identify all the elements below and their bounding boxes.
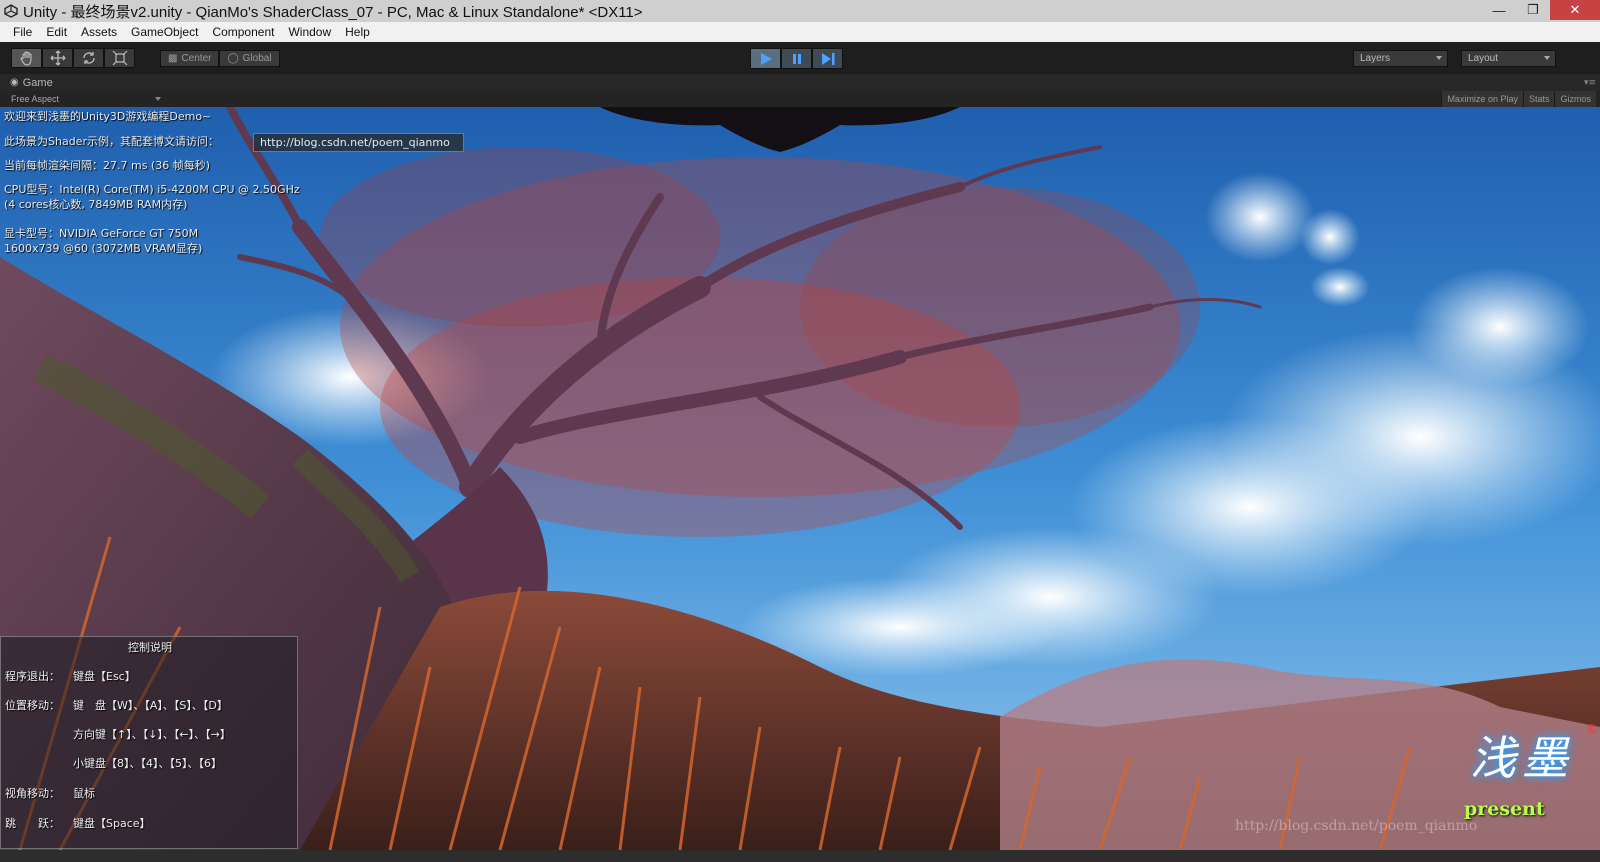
close-icon: ✕ [1569, 2, 1581, 17]
globe-icon: ◯ [227, 53, 239, 64]
hand-icon [19, 51, 31, 66]
move-arrows: 方向键【↑】、【↓】、【←】、【→】 [73, 728, 231, 741]
menu-bar: File Edit Assets GameObject Component Wi… [0, 22, 1600, 42]
layers-dropdown[interactable]: Layers [1353, 50, 1448, 67]
play-button[interactable] [750, 48, 781, 69]
restore-icon: ❐ [1527, 2, 1539, 17]
menu-assets[interactable]: Assets [74, 25, 124, 39]
move-tool-button[interactable] [42, 48, 73, 68]
menu-help[interactable]: Help [338, 25, 377, 39]
move-label: 位置移动： [5, 699, 60, 712]
pivot-controls: ▩ Center ◯ Global [160, 50, 280, 67]
game-view-tab-bar: ◉ Game ▾≡ [0, 74, 1600, 91]
menu-edit[interactable]: Edit [39, 25, 74, 39]
panel-menu-icon[interactable]: ▾≡ [1584, 78, 1596, 88]
menu-file[interactable]: File [6, 25, 39, 39]
game-view-toggles: Maximize on Play Stats Gizmos [1441, 91, 1596, 107]
qianmo-logo: 浅墨 present © [1464, 722, 1598, 832]
aspect-dropdown[interactable]: Free Aspect [11, 94, 161, 104]
play-controls [750, 48, 843, 69]
window-title-bar: Unity - 最终场景v2.unity - QianMo's ShaderCl… [0, 0, 1600, 22]
minimize-icon: — [1492, 2, 1506, 18]
logo-subtitle: present [1464, 798, 1545, 820]
aspect-label: Free Aspect [11, 94, 60, 104]
move-icon [50, 50, 65, 66]
step-icon [821, 52, 834, 65]
exit-value: 键盘【Esc】 [73, 670, 136, 683]
pivot-space-toggle[interactable]: ◯ Global [219, 50, 280, 67]
window-controls: — ❐ ✕ [1482, 0, 1600, 22]
jump-value: 键盘【Space】 [73, 817, 151, 830]
pivot-label: Center [181, 53, 212, 64]
status-bar [0, 850, 1600, 862]
pivot-icon: ▩ [168, 53, 178, 64]
chevron-down-icon [1436, 56, 1442, 60]
hand-tool-button[interactable] [11, 48, 42, 68]
game-controller-icon: ◉ [10, 77, 19, 88]
minimize-button[interactable]: — [1482, 0, 1516, 20]
stats-toggle[interactable]: Stats [1522, 91, 1555, 107]
menu-window[interactable]: Window [281, 25, 338, 39]
window-title: Unity - 最终场景v2.unity - QianMo's ShaderCl… [23, 3, 643, 21]
transform-tools [11, 48, 135, 68]
view-label: 视角移动： [5, 787, 60, 800]
game-tab[interactable]: ◉ Game [0, 74, 70, 91]
rotate-icon [82, 52, 95, 64]
move-numpad: 小键盘【8】、【4】、【5】、【6】 [73, 757, 222, 770]
scale-tool-button[interactable] [104, 48, 135, 68]
layers-label: Layers [1360, 53, 1391, 64]
gpu-detail-text: 1600x739 @60 (3072MB VRAM显存) [4, 242, 203, 255]
scale-icon [112, 50, 127, 66]
cpu-text: CPU型号：Intel(R) Core(TM) i5-4200M CPU @ 2… [4, 183, 300, 196]
pause-icon [792, 53, 801, 64]
space-label: Global [242, 53, 272, 64]
menu-component[interactable]: Component [205, 25, 281, 39]
rotate-tool-button[interactable] [73, 48, 104, 68]
blog-url-field[interactable]: http://blog.csdn.net/poem_qianmo [253, 133, 464, 152]
pause-button[interactable] [781, 48, 812, 69]
unity-logo-icon [2, 2, 20, 20]
jump-label: 跳 跃： [5, 817, 60, 830]
gpu-text: 显卡型号：NVIDIA GeForce GT 750M [4, 227, 199, 240]
close-button[interactable]: ✕ [1550, 0, 1600, 20]
game-tab-label: Game [22, 76, 53, 89]
game-viewport[interactable]: 欢迎来到浅墨的Unity3D游戏编程Demo~ 此场景为Shader示例，其配套… [0, 107, 1600, 850]
move-keys: 键 盘【W】、【A】、【S】、【D】 [73, 699, 228, 712]
toolbar: ▩ Center ◯ Global Layers Layout [0, 42, 1600, 74]
restore-button[interactable]: ❐ [1516, 0, 1550, 20]
controls-title: 控制说明 [128, 641, 172, 654]
pivot-mode-toggle[interactable]: ▩ Center [160, 50, 220, 67]
cpu-detail-text: (4 cores核心数, 7849MB RAM内存) [4, 198, 188, 211]
controls-panel: 控制说明 程序退出： 键盘【Esc】 位置移动： 键 盘【W】、【A】、【S】、… [0, 636, 298, 849]
play-icon [760, 52, 772, 65]
view-value: 鼠标 [73, 787, 95, 800]
frame-time-text: 当前每帧渲染间隔：27.7 ms (36 帧每秒) [4, 159, 211, 172]
layout-dropdown[interactable]: Layout [1461, 50, 1556, 67]
logo-text: 浅墨 [1470, 731, 1574, 785]
chevron-down-icon [1544, 56, 1550, 60]
game-view-controls: Free Aspect Maximize on Play Stats Gizmo… [0, 91, 1600, 107]
welcome-text: 欢迎来到浅墨的Unity3D游戏编程Demo~ [4, 110, 212, 123]
step-button[interactable] [812, 48, 843, 69]
gizmos-dropdown[interactable]: Gizmos [1554, 91, 1596, 107]
layout-label: Layout [1468, 53, 1499, 64]
blog-prompt-text: 此场景为Shader示例，其配套博文请访问： [4, 135, 219, 148]
menu-gameobject[interactable]: GameObject [124, 25, 205, 39]
copyright-icon: © [1586, 722, 1598, 736]
maximize-on-play-toggle[interactable]: Maximize on Play [1441, 91, 1523, 107]
exit-label: 程序退出： [5, 670, 60, 683]
chevron-down-icon [155, 97, 161, 101]
url-watermark: http://blog.csdn.net/poem_qianmo [1235, 818, 1478, 834]
